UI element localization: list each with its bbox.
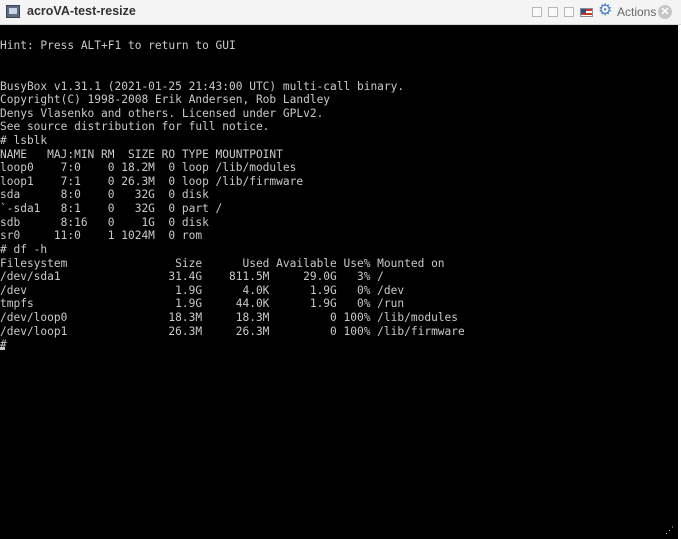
console-line: loop1 7:1 0 26.3M 0 loop /lib/firmware xyxy=(0,175,304,188)
console-line: NAME MAJ:MIN RM SIZE RO TYPE MOUNTPOINT xyxy=(0,148,283,161)
maximize-window-icon[interactable] xyxy=(564,7,574,17)
close-icon[interactable]: ✕ xyxy=(658,5,672,19)
vm-console-screen[interactable]: Hint: Press ALT+F1 to return to GUI Busy… xyxy=(0,25,681,539)
console-line: sr0 11:0 1 1024M 0 rom xyxy=(0,229,203,242)
console-line: tmpfs 1.9G 44.0K 1.9G 0% /run xyxy=(0,297,405,310)
console-line: sda 8:0 0 32G 0 disk xyxy=(0,188,209,201)
text-cursor xyxy=(0,347,5,350)
console-line: sdb 8:16 0 1G 0 disk xyxy=(0,216,209,229)
console-line: See source distribution for full notice. xyxy=(0,120,270,133)
console-line: /dev 1.9G 4.0K 1.9G 0% /dev xyxy=(0,284,405,297)
actions-menu-button[interactable]: Actions xyxy=(617,5,656,19)
console-line: Hint: Press ALT+F1 to return to GUI xyxy=(0,39,236,52)
gear-icon[interactable]: ⚙ xyxy=(598,3,612,19)
console-line: `-sda1 8:1 0 32G 0 part / xyxy=(0,202,223,215)
console-line: /dev/loop1 26.3M 26.3M 0 100% /lib/firmw… xyxy=(0,325,465,338)
console-line: # df -h xyxy=(0,243,48,256)
console-line: BusyBox v1.31.1 (2021-01-25 21:43:00 UTC… xyxy=(0,80,405,93)
console-line: # lsblk xyxy=(0,134,48,147)
console-line: Filesystem Size Used Available Use% Moun… xyxy=(0,257,445,270)
console-line: /dev/loop0 18.3M 18.3M 0 100% /lib/modul… xyxy=(0,311,459,324)
keyboard-layout-flag-icon[interactable] xyxy=(580,8,593,17)
resize-grip-icon[interactable]: ⋰ xyxy=(662,525,674,537)
window-title-bar: acroVA-test-resize ⚙ Actions ✕ xyxy=(0,0,681,25)
vm-console-icon xyxy=(6,5,20,18)
console-line: /dev/sda1 31.4G 811.5M 29.0G 3% / xyxy=(0,270,384,283)
minimize-window-icon[interactable] xyxy=(532,7,542,17)
console-line: loop0 7:0 0 18.2M 0 loop /lib/modules xyxy=(0,161,297,174)
console-line: Copyright(C) 1998-2008 Erik Andersen, Ro… xyxy=(0,93,331,106)
restore-window-icon[interactable] xyxy=(548,7,558,17)
console-line: Denys Vlasenko and others. Licensed unde… xyxy=(0,107,324,120)
window-title: acroVA-test-resize xyxy=(27,4,136,18)
